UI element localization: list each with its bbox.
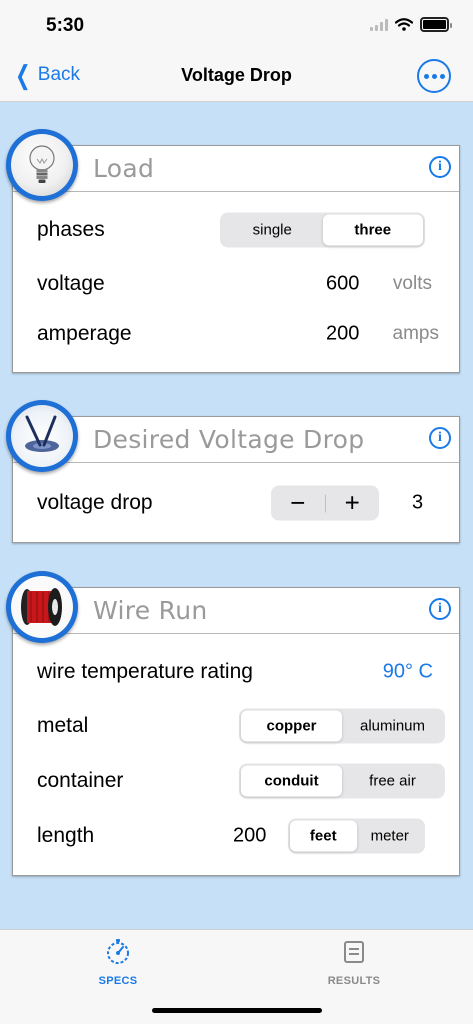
load-card: Load i phases single three voltage 600 v… xyxy=(6,129,460,373)
status-time: 5:30 xyxy=(46,15,85,36)
status-icons xyxy=(370,17,452,32)
metal-label: metal xyxy=(37,714,89,737)
voltmeter-probe-icon xyxy=(25,415,59,452)
metal-copper-option[interactable]: copper xyxy=(241,710,342,742)
voltage-value[interactable]: 600 xyxy=(326,273,359,296)
length-row: length 200 feet meter xyxy=(37,816,443,856)
amperage-row: amperage 200 amps xyxy=(37,314,443,354)
status-bar: 5:30 xyxy=(0,0,473,50)
load-card-header: Load i xyxy=(13,146,459,192)
voltage-row: voltage 600 volts xyxy=(37,264,443,304)
home-indicator xyxy=(152,1008,322,1013)
length-feet-option[interactable]: feet xyxy=(290,820,357,852)
amperage-label: amperage xyxy=(37,322,132,345)
amperage-unit: amps xyxy=(392,323,439,344)
metal-row: metal copper aluminum xyxy=(37,706,445,746)
container-free-air-option[interactable]: free air xyxy=(342,766,443,797)
desired-card-header: Desired Voltage Drop i xyxy=(13,417,459,463)
voltage-drop-row: voltage drop − + 3 xyxy=(37,483,443,523)
amperage-value[interactable]: 200 xyxy=(326,323,359,346)
navigation-bar: ❮ Back Voltage Drop xyxy=(0,50,473,102)
temperature-value[interactable]: 90° C xyxy=(383,661,433,684)
tab-specs-label: SPECS xyxy=(98,975,138,987)
metal-segmented-control: copper aluminum xyxy=(239,708,445,744)
tab-results[interactable]: RESULTS xyxy=(299,938,409,987)
gauge-icon xyxy=(107,939,129,964)
document-icon xyxy=(344,941,364,963)
wire-card-header: Wire Run i xyxy=(13,588,459,634)
temperature-label: wire temperature rating xyxy=(37,660,253,683)
voltage-drop-value: 3 xyxy=(412,491,424,514)
temperature-row: wire temperature rating 90° C xyxy=(37,652,443,692)
voltage-label: voltage xyxy=(37,272,105,295)
light-bulb-icon xyxy=(29,145,55,183)
container-row: container conduit free air xyxy=(37,761,445,801)
more-dot-icon xyxy=(431,73,437,79)
tab-specs[interactable]: SPECS xyxy=(63,938,173,987)
load-badge xyxy=(6,129,78,201)
phases-segmented-control: single three xyxy=(220,212,425,248)
desired-voltage-drop-card: Desired Voltage Drop i voltage drop − + … xyxy=(6,400,460,543)
more-dot-icon xyxy=(423,73,429,79)
metal-aluminum-option[interactable]: aluminum xyxy=(342,711,443,742)
phases-single-option[interactable]: single xyxy=(222,215,323,246)
more-dot-icon xyxy=(439,73,445,79)
length-label: length xyxy=(37,824,95,847)
wire-title: Wire Run xyxy=(93,596,208,625)
battery-icon xyxy=(420,17,452,32)
voltage-drop-stepper: − + xyxy=(271,485,380,521)
voltage-unit: volts xyxy=(392,273,432,294)
wifi-icon xyxy=(395,18,413,31)
wire-run-card: Wire Run i wire temperature rating 90° C xyxy=(6,571,460,876)
length-meter-option[interactable]: meter xyxy=(357,821,424,852)
phases-three-option[interactable]: three xyxy=(322,214,423,246)
tab-results-label: RESULTS xyxy=(327,975,381,987)
length-unit-segmented-control: feet meter xyxy=(288,818,425,854)
wire-info-icon[interactable]: i xyxy=(429,598,451,620)
desired-badge xyxy=(6,400,78,472)
page-title: Voltage Drop xyxy=(181,65,292,85)
container-segmented-control: conduit free air xyxy=(239,763,445,799)
desired-title: Desired Voltage Drop xyxy=(93,425,365,454)
desired-info-icon[interactable]: i xyxy=(429,427,451,449)
more-options-button[interactable] xyxy=(417,59,451,93)
signal-icon xyxy=(370,18,388,31)
increment-button[interactable]: + xyxy=(326,486,380,521)
phases-label: phases xyxy=(37,218,105,241)
container-conduit-option[interactable]: conduit xyxy=(241,765,342,797)
specs-content: Load i phases single three voltage 600 v… xyxy=(0,102,473,929)
wire-spool-icon xyxy=(21,588,62,626)
phases-row: phases single three xyxy=(37,210,443,250)
length-value[interactable]: 200 xyxy=(233,825,266,848)
wire-badge xyxy=(6,571,78,643)
load-info-icon[interactable]: i xyxy=(429,156,451,178)
voltage-drop-label: voltage drop xyxy=(37,491,153,514)
decrement-button[interactable]: − xyxy=(271,486,325,521)
load-title: Load xyxy=(93,154,155,183)
container-label: container xyxy=(37,769,124,792)
